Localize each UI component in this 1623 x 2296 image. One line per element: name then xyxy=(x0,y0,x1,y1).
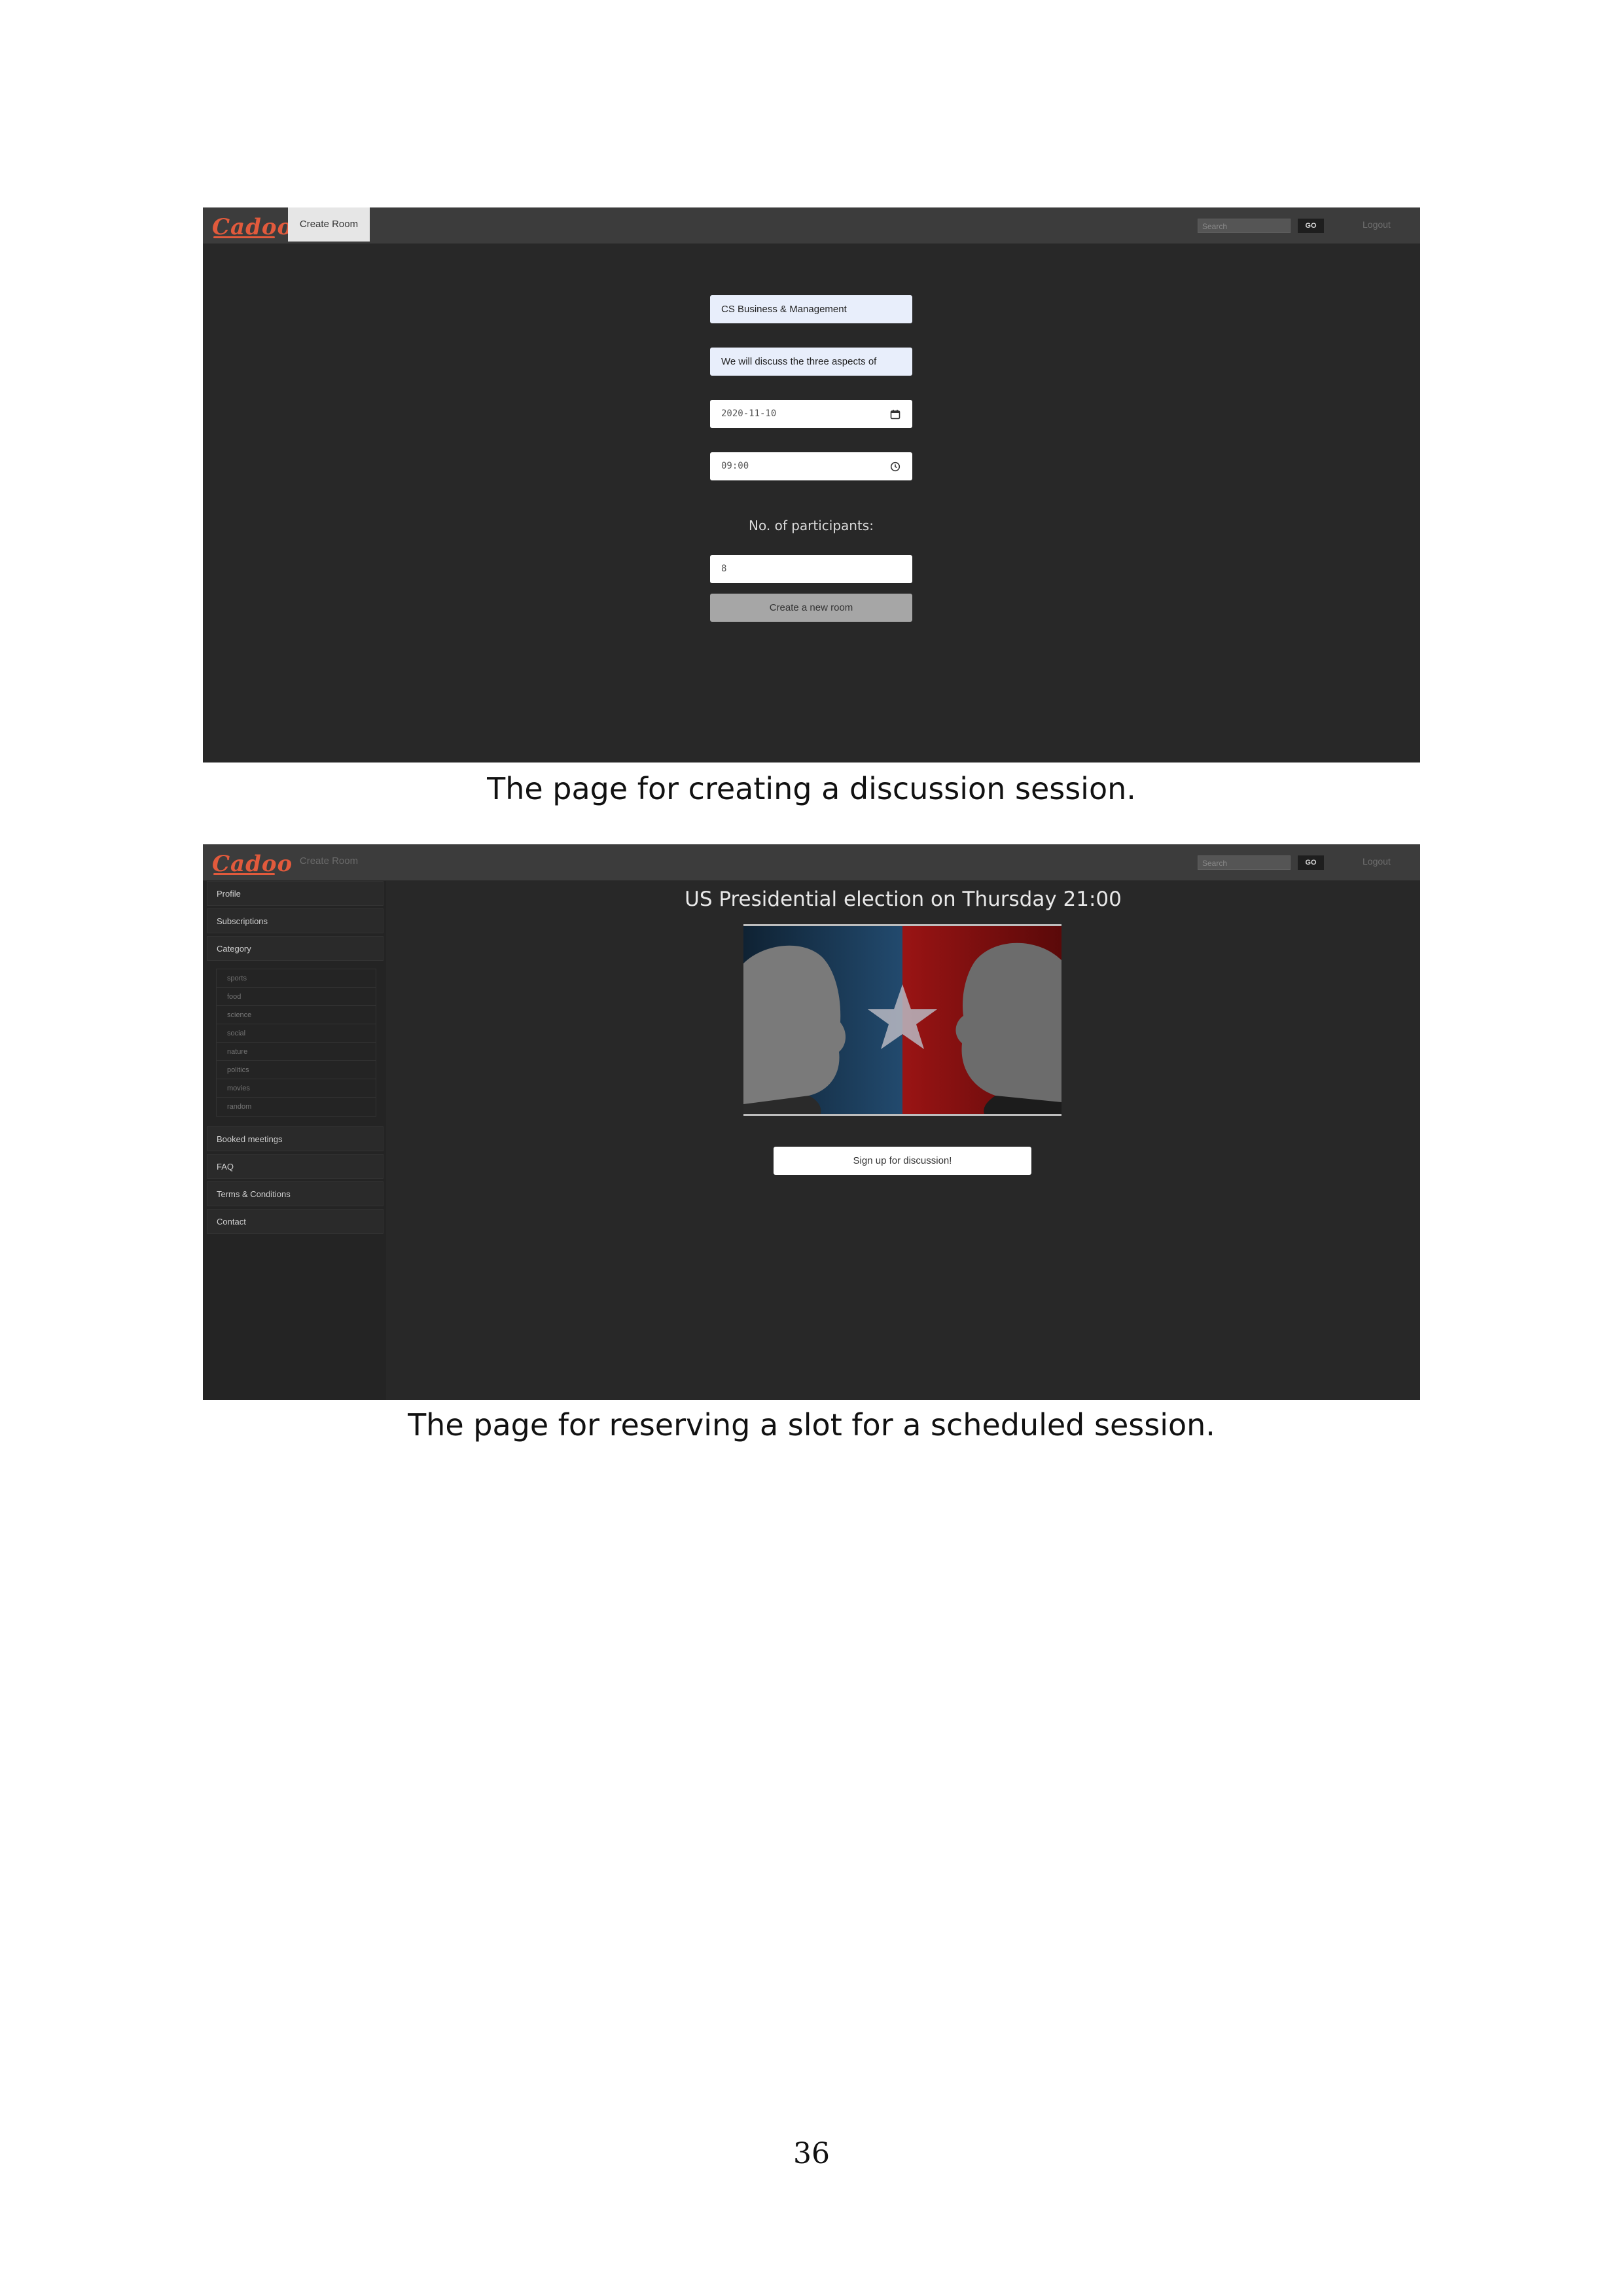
category-item-sports[interactable]: sports xyxy=(217,969,376,988)
category-item-food[interactable]: food xyxy=(217,988,376,1006)
go-button[interactable]: GO xyxy=(1298,855,1324,870)
sidebar: Profile Subscriptions Category sports fo… xyxy=(203,881,386,1400)
category-item-movies[interactable]: movies xyxy=(217,1079,376,1098)
clock-icon[interactable] xyxy=(890,461,901,472)
session-title: US Presidential election on Thursday 21:… xyxy=(685,888,1122,911)
category-item-social[interactable]: social xyxy=(217,1024,376,1043)
figure-caption: The page for creating a discussion sessi… xyxy=(487,771,1136,806)
sidebar-item-profile[interactable]: Profile xyxy=(207,881,383,906)
search-input[interactable]: Search xyxy=(1198,855,1291,870)
date-value: 2020-11-10 xyxy=(721,408,777,419)
sidebar-item-category[interactable]: Category xyxy=(207,936,383,961)
logout-link[interactable]: Logout xyxy=(1363,219,1391,230)
logo-underline xyxy=(213,236,275,238)
sidebar-item-subscriptions[interactable]: Subscriptions xyxy=(207,908,383,933)
category-list: sports food science social nature politi… xyxy=(216,969,376,1117)
sidebar-item-contact[interactable]: Contact xyxy=(207,1209,383,1234)
navbar: Cadoo Create Room Search GO Logout xyxy=(203,844,1420,881)
figure-caption: The page for reserving a slot for a sche… xyxy=(408,1407,1215,1443)
signup-button[interactable]: Sign up for discussion! xyxy=(774,1147,1031,1175)
room-description-input[interactable]: We will discuss the three aspects of xyxy=(710,348,912,376)
sidebar-item-booked-meetings[interactable]: Booked meetings xyxy=(207,1126,383,1151)
category-item-random[interactable]: random xyxy=(217,1098,376,1116)
time-input[interactable]: 09:00 xyxy=(710,452,912,480)
create-room-tab[interactable]: Create Room xyxy=(288,844,370,878)
time-value: 09:00 xyxy=(721,461,749,471)
category-item-nature[interactable]: nature xyxy=(217,1043,376,1061)
room-name-input[interactable]: CS Business & Management xyxy=(710,295,912,323)
sidebar-item-faq[interactable]: FAQ xyxy=(207,1154,383,1179)
create-room-screenshot: Cadoo Create Room Search GO Logout CS Bu… xyxy=(203,207,1420,762)
logout-link[interactable]: Logout xyxy=(1363,856,1391,867)
page-number: 36 xyxy=(793,2137,830,2170)
debate-image xyxy=(743,924,1061,1116)
go-button[interactable]: GO xyxy=(1298,219,1324,233)
sidebar-item-terms[interactable]: Terms & Conditions xyxy=(207,1181,383,1206)
create-room-tab[interactable]: Create Room xyxy=(288,207,370,242)
category-item-politics[interactable]: politics xyxy=(217,1061,376,1079)
create-room-button[interactable]: Create a new room xyxy=(710,594,912,622)
search-input[interactable]: Search xyxy=(1198,219,1291,233)
logo-underline xyxy=(213,873,275,875)
calendar-icon[interactable] xyxy=(890,409,901,420)
navbar: Cadoo Create Room Search GO Logout xyxy=(203,207,1420,244)
participants-label: No. of participants: xyxy=(749,518,874,533)
participants-input[interactable]: 8 xyxy=(710,555,912,583)
date-input[interactable]: 2020-11-10 xyxy=(710,400,912,428)
reserve-slot-screenshot: Cadoo Create Room Search GO Logout Profi… xyxy=(203,844,1420,1400)
category-item-science[interactable]: science xyxy=(217,1006,376,1024)
